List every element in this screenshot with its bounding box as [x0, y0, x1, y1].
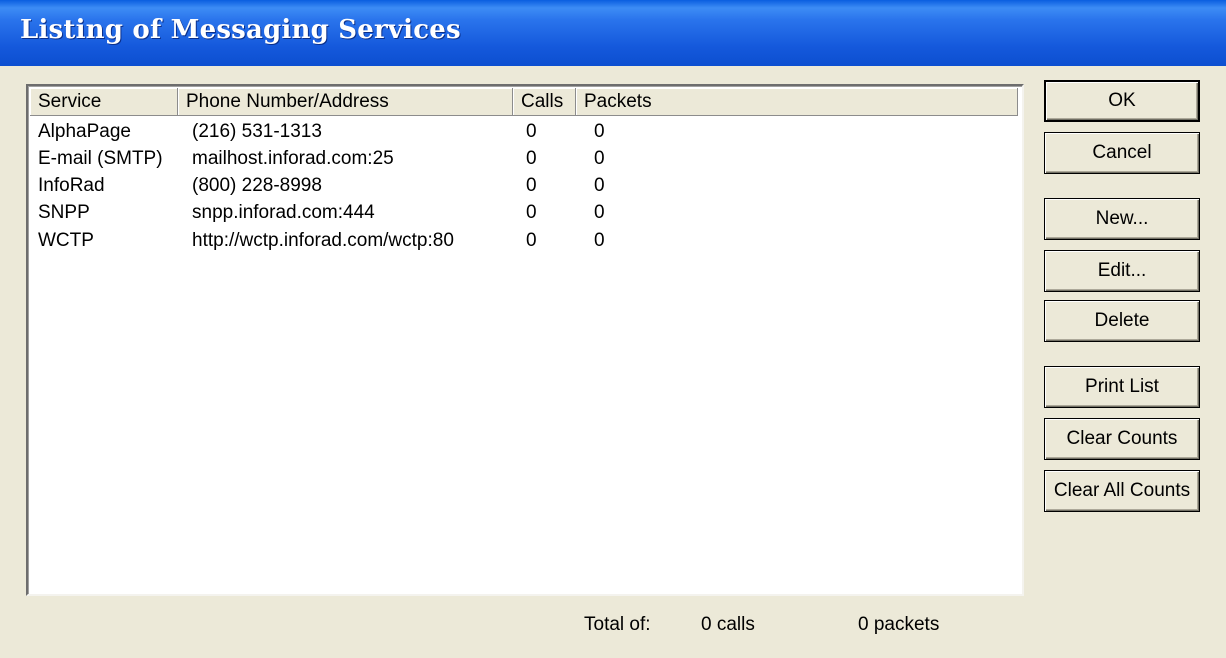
title-bar[interactable]: Listing of Messaging Services [0, 0, 1226, 66]
service-calls: 0 [526, 148, 537, 169]
service-address: (800) 228-8998 [192, 175, 322, 196]
service-name: E-mail (SMTP) [38, 148, 163, 169]
service-packets: 0 [594, 230, 605, 251]
total-calls: 0 calls [701, 614, 755, 635]
service-name: SNPP [38, 202, 90, 223]
service-packets: 0 [594, 175, 605, 196]
service-address: mailhost.inforad.com:25 [192, 148, 394, 169]
service-address: (216) 531-1313 [192, 121, 322, 142]
service-name: AlphaPage [38, 121, 131, 142]
total-packets: 0 packets [858, 614, 940, 635]
service-name: InfoRad [38, 175, 105, 196]
service-calls: 0 [526, 230, 537, 251]
edit-button[interactable]: Edit... [1044, 250, 1200, 292]
services-list[interactable]: Service Phone Number/Address Calls Packe… [26, 84, 1024, 596]
clear-all-counts-button[interactable]: Clear All Counts [1044, 470, 1200, 512]
service-calls: 0 [526, 121, 537, 142]
cancel-button[interactable]: Cancel [1044, 132, 1200, 174]
column-header-service[interactable]: Service [30, 88, 178, 116]
delete-button[interactable]: Delete [1044, 300, 1200, 342]
service-name: WCTP [38, 230, 94, 251]
window-title: Listing of Messaging Services [20, 15, 461, 45]
service-address: snpp.inforad.com:444 [192, 202, 375, 223]
total-label: Total of: [584, 614, 651, 635]
service-packets: 0 [594, 121, 605, 142]
ok-button[interactable]: OK [1044, 80, 1200, 122]
column-header-address[interactable]: Phone Number/Address [178, 88, 513, 116]
service-calls: 0 [526, 175, 537, 196]
service-packets: 0 [594, 148, 605, 169]
column-header-packets[interactable]: Packets [576, 88, 1018, 116]
new-button[interactable]: New... [1044, 198, 1200, 240]
column-header-calls[interactable]: Calls [513, 88, 576, 116]
service-address: http://wctp.inforad.com/wctp:80 [192, 230, 454, 251]
clear-counts-button[interactable]: Clear Counts [1044, 418, 1200, 460]
service-packets: 0 [594, 202, 605, 223]
messaging-services-dialog: Listing of Messaging Services Service Ph… [0, 0, 1226, 658]
service-calls: 0 [526, 202, 537, 223]
print-list-button[interactable]: Print List [1044, 366, 1200, 408]
